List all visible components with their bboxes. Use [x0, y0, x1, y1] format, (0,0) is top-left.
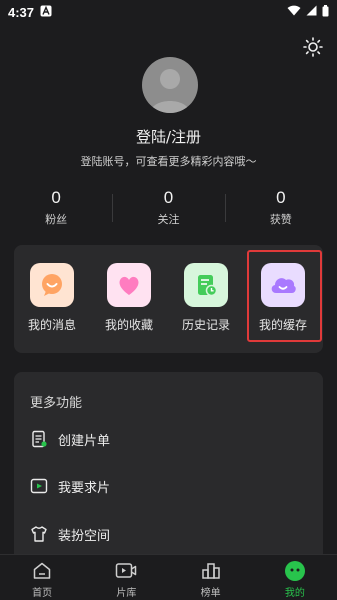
shortcut-label: 我的消息 — [27, 318, 76, 332]
more-functions-title: 更多功能 — [30, 396, 83, 411]
menu-item-create-list[interactable]: 创建片单 — [30, 427, 310, 451]
profile-icon — [284, 561, 305, 581]
highlight-box — [247, 250, 322, 342]
signal-icon — [306, 5, 317, 19]
settings-button[interactable] — [303, 37, 323, 57]
nav-home[interactable]: 首页 — [0, 555, 84, 600]
shortcut-messages[interactable]: 我的消息 — [17, 263, 87, 333]
shortcut-label: 我的收藏 — [104, 318, 153, 332]
status-time: 4:37 — [8, 4, 35, 20]
stat-value: 0 — [51, 188, 61, 207]
battery-icon — [322, 4, 329, 20]
favorites-tile — [107, 263, 151, 307]
default-avatar-icon — [150, 69, 190, 113]
menu-item-label: 我要求片 — [58, 480, 111, 496]
stat-label: 粉丝 — [45, 213, 68, 226]
a-icon — [40, 5, 52, 20]
bottom-nav: 首页 片库 榜单 我的 — [0, 554, 337, 600]
menu-item-label: 装扮空间 — [58, 528, 111, 544]
shirt-icon — [31, 526, 47, 542]
shortcut-favorites[interactable]: 我的收藏 — [94, 263, 164, 333]
nav-label: 榜单 — [200, 588, 221, 599]
login-subtitle: 登陆账号，可查看更多精彩内容哦～ — [80, 155, 257, 168]
shortcut-history[interactable]: 历史记录 — [171, 263, 241, 333]
menu-item-label: 创建片单 — [58, 433, 111, 449]
video-library-icon — [116, 563, 137, 578]
nav-label: 片库 — [116, 588, 137, 599]
more-functions-card: 更多功能 创建片单 我要求片 装扮空间 — [14, 372, 323, 572]
nav-label: 首页 — [32, 588, 53, 599]
stats-row: 0 粉丝 0 关注 0 获赞 — [0, 188, 337, 227]
stat-label: 获赞 — [269, 213, 292, 226]
nav-video-library[interactable]: 片库 — [84, 555, 168, 600]
stat-value: 0 — [163, 188, 174, 207]
nav-label: 我的 — [284, 588, 305, 599]
stat-following[interactable]: 0 关注 — [112, 188, 224, 227]
heart-icon — [119, 276, 139, 295]
request-video-icon — [30, 478, 48, 494]
history-icon — [198, 275, 218, 297]
ranking-icon — [201, 563, 220, 579]
wifi-icon — [287, 5, 301, 19]
login-register-link[interactable]: 登陆/注册 — [0, 126, 337, 147]
message-tile — [30, 263, 74, 307]
nav-ranking[interactable]: 榜单 — [169, 555, 253, 600]
home-icon — [33, 562, 51, 579]
status-bar: 4:37 — [0, 0, 337, 24]
stat-fans[interactable]: 0 粉丝 — [0, 188, 112, 227]
shortcut-label: 历史记录 — [181, 318, 230, 332]
history-tile — [184, 263, 228, 307]
sun-icon — [303, 37, 323, 57]
stat-label: 关注 — [157, 213, 180, 226]
create-list-icon — [32, 430, 47, 448]
stat-likes[interactable]: 0 获赞 — [224, 188, 337, 227]
avatar[interactable] — [142, 57, 198, 113]
stat-value: 0 — [276, 188, 286, 207]
menu-item-request-video[interactable]: 我要求片 — [30, 474, 310, 498]
menu-item-dress-space[interactable]: 装扮空间 — [30, 522, 310, 546]
message-icon — [42, 274, 62, 296]
nav-profile[interactable]: 我的 — [253, 555, 337, 600]
